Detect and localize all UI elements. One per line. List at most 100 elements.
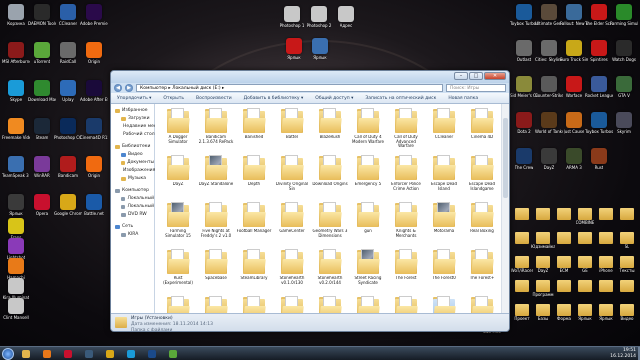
desktop-icon[interactable]: Ярлык — [306, 36, 334, 72]
nav-item[interactable]: Локальный — [111, 203, 154, 211]
desktop-icon[interactable]: TeamSpeak 3 Client — [2, 154, 30, 190]
folder-item[interactable]: Download Origins — [311, 154, 349, 201]
desktop-icon[interactable]: Just Cause — [560, 110, 588, 146]
nav-item[interactable]: DVD RW — [111, 211, 154, 219]
desktop-icon[interactable]: Google Chrome — [54, 192, 82, 228]
folder-item[interactable]: Escape Dead Islandgame — [463, 154, 501, 201]
folder-item[interactable]: Geometry Wars 3 Dimensions — [311, 201, 349, 248]
desktop-icon[interactable]: RaidCall — [54, 40, 82, 76]
desktop-icon[interactable]: Cinema4D R15 — [80, 116, 108, 152]
folder-item[interactable]: Stonehearth v0.2.0r144 — [311, 248, 349, 295]
address-bar[interactable]: Компьютер ▸ Локальный диск (E:) ▸ — [136, 84, 443, 92]
nav-item[interactable]: Недавние места — [111, 123, 162, 131]
folder-item[interactable]: Call of Duty Advanced Warfare — [387, 107, 425, 154]
folder-item[interactable]: gun — [349, 201, 387, 248]
desktop-icon[interactable]: The Crew — [510, 146, 538, 182]
desktop-icon[interactable]: Sid Meier's Civ — [510, 74, 538, 110]
taskbar-app[interactable] — [122, 348, 140, 359]
desktop-icon[interactable]: Ultimate General — [535, 2, 563, 38]
toolbar-button[interactable]: Добавить в библиотеку ▾ — [244, 96, 304, 101]
desktop-icon[interactable]: Outlast — [510, 38, 538, 74]
desktop-icon[interactable]: Photoshop 2 — [305, 4, 333, 40]
desktop-icon[interactable]: World of Tanks — [535, 110, 563, 146]
desktop-icon[interactable]: Farming Simulator — [610, 2, 638, 38]
folder-item[interactable]: Bandicam 2.1.3.674 RePack — [197, 107, 235, 154]
desktop-icon[interactable]: CCleaner — [54, 2, 82, 38]
taskbar-app[interactable] — [17, 348, 35, 359]
folder-item[interactable]: DayZ — [159, 154, 197, 201]
folder-item[interactable]: Football Manager — [235, 201, 273, 248]
folder-item[interactable]: Cinema 4D — [463, 107, 501, 154]
desktop-icon[interactable]: Origin — [80, 40, 108, 76]
nav-item[interactable]: Компьютер — [111, 187, 154, 195]
desktop-icon[interactable]: Ярлык — [280, 36, 308, 72]
taskbar-app[interactable] — [38, 348, 56, 359]
taskbar-app[interactable] — [164, 348, 182, 359]
desktop-icon[interactable]: Euro Truck Simulator — [560, 38, 588, 74]
nav-item[interactable]: KIRA — [111, 231, 154, 239]
folder-item[interactable]: Stonehearth v0.1.0r130 — [273, 248, 311, 295]
desktop-icon[interactable]: MSI Afterburner — [2, 40, 30, 76]
desktop-icon[interactable]: Toybox Turbos — [510, 2, 538, 38]
desktop-icon[interactable]: Download Master — [28, 78, 56, 114]
desktop-icon[interactable]: DAEMON Tools Ultra — [28, 2, 56, 38]
desktop-icon[interactable]: Battle.net — [80, 192, 108, 228]
folder-item[interactable]: DayZ Standalone — [197, 154, 235, 201]
toolbar-button[interactable]: Открыть — [163, 96, 184, 101]
search-input[interactable]: Поиск: Игры — [446, 84, 506, 92]
taskbar-app[interactable] — [80, 348, 98, 359]
folder-item[interactable]: GameCenter — [273, 201, 311, 248]
close-button[interactable]: ✕ — [484, 72, 506, 80]
desktop-icon[interactable]: Адрес — [332, 4, 360, 40]
desktop-icon[interactable]: Warface — [560, 74, 588, 110]
folder-item[interactable]: Knights & Merchants — [387, 201, 425, 248]
desktop-icon[interactable]: Skyrim — [610, 110, 638, 146]
toolbar-button[interactable]: Записать на оптический диск — [365, 96, 436, 101]
folder-item[interactable]: Farming Simulator 15 — [159, 201, 197, 248]
taskbar-app[interactable] — [143, 348, 161, 359]
folder-item[interactable]: CCleaner — [425, 107, 463, 154]
desktop-icon[interactable]: Opera — [28, 192, 56, 228]
desktop-icon[interactable]: WinRAR — [28, 154, 56, 190]
folder-item[interactable]: Enforcer Police Crime Action — [387, 154, 425, 201]
nav-item[interactable]: Библиотеки — [111, 143, 154, 151]
desktop-icon[interactable]: Rocket League — [585, 74, 613, 110]
forward-icon[interactable]: ▶ — [125, 84, 133, 92]
folder-item[interactable]: Emergency 5 — [349, 154, 387, 201]
nav-item[interactable]: Избранное — [111, 107, 154, 115]
nav-item[interactable]: Видео — [111, 151, 154, 159]
desktop-icon[interactable]: Origin — [80, 154, 108, 190]
folder-item[interactable]: Spacebase — [197, 248, 235, 295]
folder-item[interactable]: BlazeRush — [311, 107, 349, 154]
scrollbar-thumb[interactable] — [503, 118, 508, 198]
folder-item[interactable]: The Forest — [387, 248, 425, 295]
folder-item[interactable]: The Forest+ — [463, 248, 501, 295]
nav-item[interactable]: Рабочий стол — [111, 131, 155, 139]
folder-item[interactable]: Escape Dead Island — [425, 154, 463, 201]
desktop-icon[interactable]: The Elder Scrolls — [585, 2, 613, 38]
clock[interactable]: 19:51 16.12.2014 — [610, 348, 636, 359]
toolbar-button[interactable]: Новая папка — [448, 96, 478, 101]
toolbar-button[interactable]: Общий доступ ▾ — [315, 96, 353, 101]
desktop-icon[interactable]: ARMA 3 — [560, 146, 588, 182]
nav-item[interactable]: Загрузки — [111, 115, 154, 123]
nav-item[interactable]: Сеть — [111, 223, 154, 231]
minimize-button[interactable]: – — [454, 72, 468, 80]
folder-item[interactable]: Depth — [235, 154, 273, 201]
maximize-button[interactable]: □ — [469, 72, 483, 80]
desktop-icon[interactable]: Photoshop CC x64 — [54, 116, 82, 152]
folder-item[interactable]: Battel — [273, 107, 311, 154]
start-button[interactable] — [2, 347, 14, 360]
toolbar-button[interactable]: Воспроизвести — [196, 96, 232, 101]
folder-item[interactable]: Banished — [235, 107, 273, 154]
desktop-icon[interactable]: DayZ — [535, 146, 563, 182]
desktop-icon[interactable]: Uplay — [54, 78, 82, 114]
desktop-icon[interactable]: GTA V — [610, 74, 638, 110]
folder-item[interactable]: Five Nights at Freddy's 2 v1.0 — [197, 201, 235, 248]
desktop-icon[interactable]: Counter-Strike — [535, 74, 563, 110]
folder-item[interactable]: Divinity Original Sin — [273, 154, 311, 201]
desktop-icon[interactable]: Photoshop 1 — [278, 4, 306, 40]
desktop-icon[interactable]: Корзина — [2, 2, 30, 38]
toolbar-button[interactable]: Упорядочить ▾ — [117, 96, 151, 101]
desktop-icon[interactable]: Watch Dogs — [610, 38, 638, 74]
